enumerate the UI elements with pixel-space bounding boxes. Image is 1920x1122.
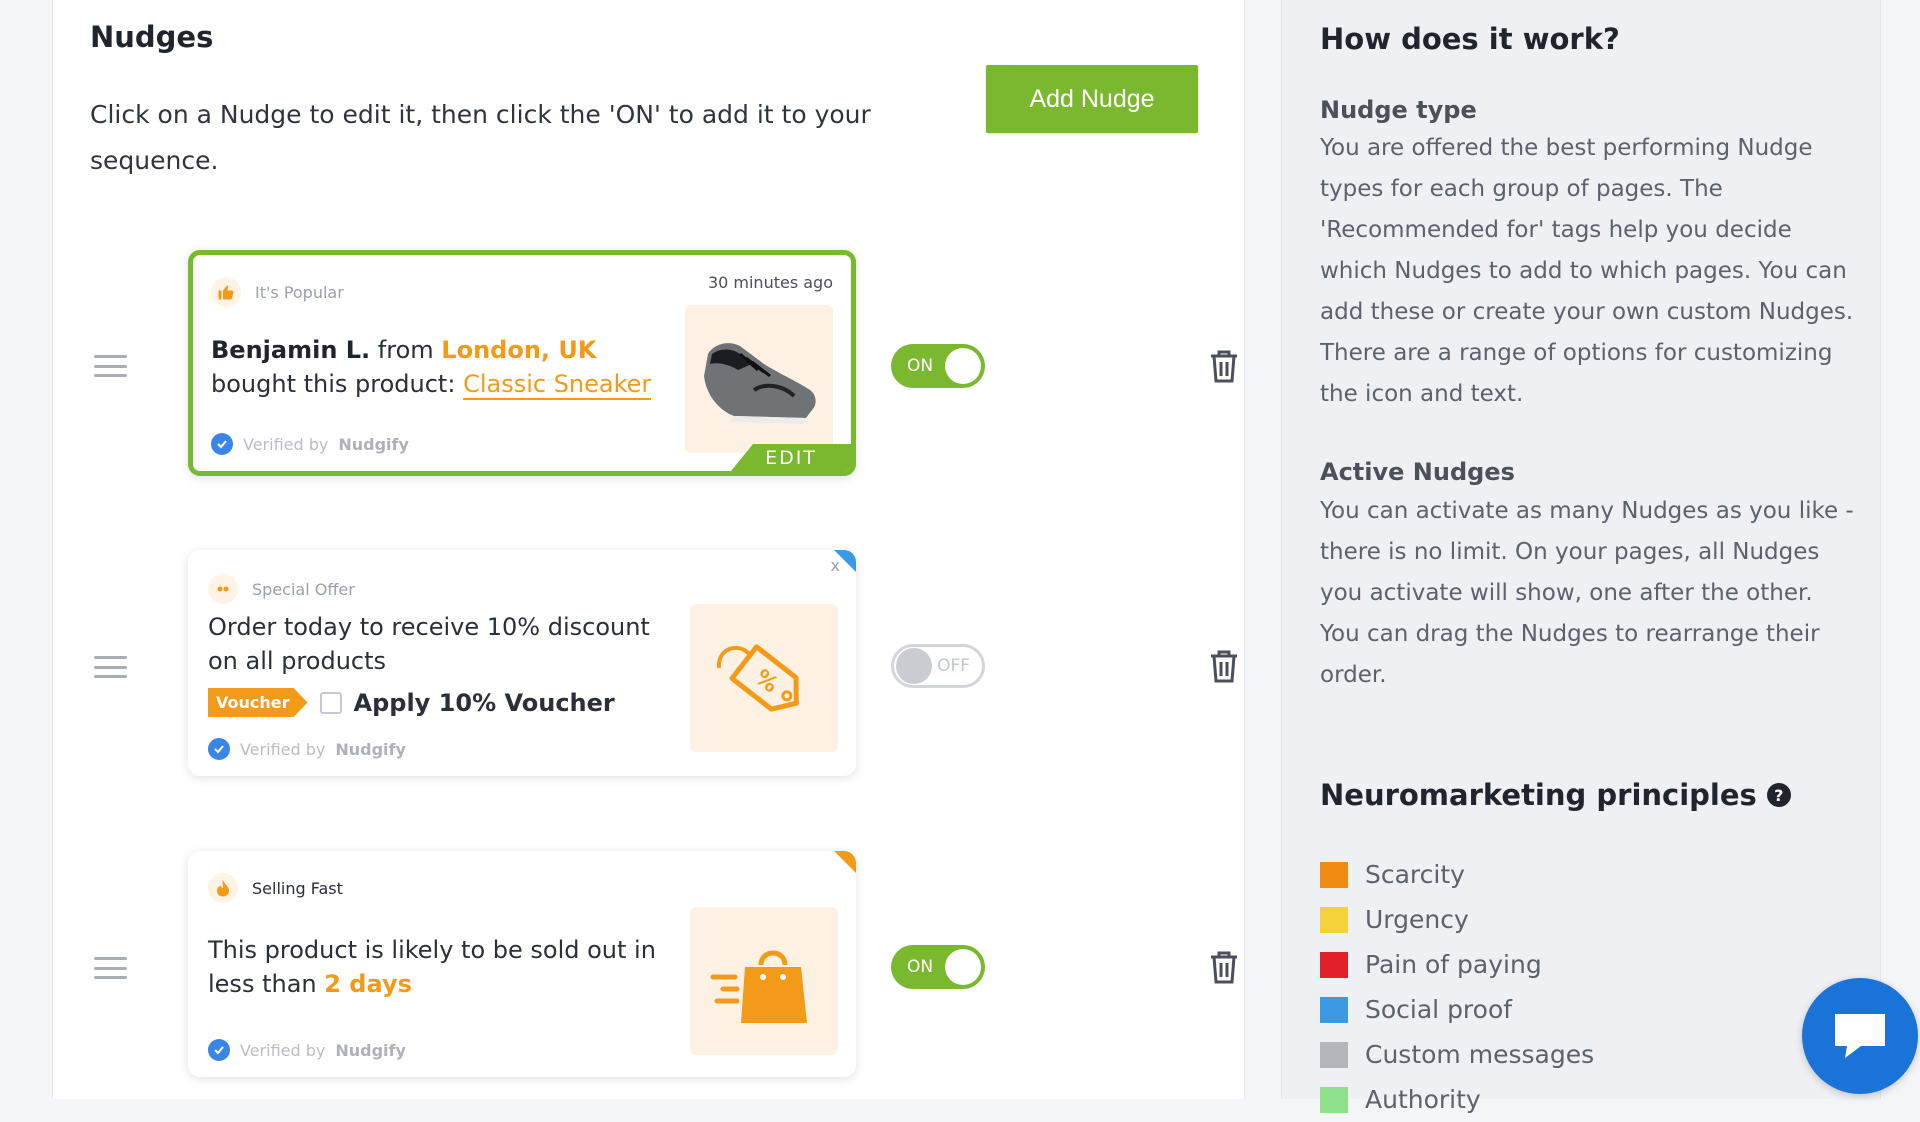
- color-swatch: [1320, 951, 1348, 978]
- toggle-label: ON: [907, 356, 934, 376]
- chat-icon[interactable]: [1802, 978, 1918, 1094]
- nudge-toggle[interactable]: OFF: [891, 644, 985, 688]
- legend-label: Pain of paying: [1365, 950, 1542, 979]
- product-link[interactable]: Classic Sneaker: [463, 370, 652, 400]
- check-icon: [208, 1039, 230, 1061]
- close-icon[interactable]: x: [831, 556, 840, 575]
- toggle-knob: [945, 348, 981, 384]
- how-it-works-panel: How does it work? Nudge type You are off…: [1281, 0, 1881, 1114]
- nudge-card-popular[interactable]: It's Popular 30 minutes ago Benjamin L. …: [188, 250, 856, 476]
- legend-label: Scarcity: [1365, 860, 1465, 889]
- verified-brand: Nudgify: [335, 739, 406, 759]
- legend-label: Authority: [1365, 1085, 1481, 1114]
- nudge-type-text: You are offered the best performing Nudg…: [1320, 135, 1854, 407]
- message-highlight: 2 days: [324, 970, 412, 998]
- panel-intro-text: Click on a Nudge to edit it, then click …: [90, 100, 871, 175]
- nudge-type: Special Offer: [208, 574, 355, 604]
- verified-brand: Nudgify: [338, 434, 409, 454]
- legend-label: Urgency: [1365, 905, 1469, 934]
- verified-prefix: Verified by: [243, 434, 329, 454]
- voucher-badge: Voucher: [208, 688, 308, 717]
- nudge-card-special-offer[interactable]: Special Offer Order today to receive 10%…: [188, 550, 856, 776]
- drag-handle-icon[interactable]: [94, 355, 127, 377]
- offer-icon: [208, 574, 238, 604]
- page-title: Nudges: [90, 20, 214, 54]
- shopping-bag-image: [690, 907, 838, 1055]
- nudge-type: It's Popular: [211, 277, 344, 307]
- neuromarketing-title: Neuromarketing principles ?: [1320, 778, 1791, 812]
- nudge-message: Benjamin L. from London, UK bought this …: [211, 333, 671, 401]
- customer-name: Benjamin L.: [211, 336, 371, 364]
- legend-label: Custom messages: [1365, 1040, 1595, 1069]
- toggle-knob: [945, 949, 981, 985]
- color-swatch: [1320, 1041, 1348, 1068]
- message-text: from: [370, 336, 442, 364]
- add-nudge-button[interactable]: Add Nudge: [986, 65, 1198, 133]
- nudge-type: Selling Fast: [208, 873, 343, 903]
- verified-prefix: Verified by: [240, 1040, 326, 1060]
- check-icon: [208, 738, 230, 760]
- discount-tag-image: %: [690, 604, 838, 752]
- nudge-type-heading: Nudge type: [1320, 96, 1477, 124]
- help-icon[interactable]: ?: [1766, 783, 1791, 807]
- message-text: bought this product:: [211, 370, 464, 398]
- nudge-type-label: It's Popular: [255, 282, 344, 302]
- nudge-timestamp: 30 minutes ago: [707, 273, 833, 292]
- voucher-checkbox[interactable]: [319, 691, 342, 714]
- verified-badge: Verified by Nudgify: [208, 1039, 406, 1061]
- active-nudges-heading: Active Nudges: [1320, 458, 1515, 486]
- verified-prefix: Verified by: [240, 739, 326, 759]
- nudge-type-label: Selling Fast: [252, 878, 343, 898]
- color-swatch: [1320, 861, 1348, 888]
- toggle-label: ON: [907, 957, 934, 977]
- trash-icon[interactable]: [1208, 949, 1240, 985]
- legend-item-scarcity: Scarcity: [1320, 852, 1594, 897]
- nudge-toggle[interactable]: ON: [891, 344, 985, 388]
- verified-badge: Verified by Nudgify: [208, 738, 406, 760]
- voucher-line: Voucher Apply 10% Voucher: [208, 688, 615, 717]
- color-swatch: [1320, 996, 1348, 1023]
- legend-item-pain-of-paying: Pain of paying: [1320, 942, 1594, 987]
- trash-icon[interactable]: [1208, 648, 1240, 684]
- nudge-card-selling-fast[interactable]: Selling Fast This product is likely to b…: [188, 851, 856, 1077]
- legend-item-custom-messages: Custom messages: [1320, 1032, 1594, 1077]
- nudge-row: Selling Fast This product is likely to b…: [53, 851, 1246, 1081]
- nudge-row: It's Popular 30 minutes ago Benjamin L. …: [53, 250, 1246, 480]
- color-swatch: [1320, 906, 1348, 933]
- message-text: This product is likely to be sold out in…: [208, 936, 656, 998]
- nudge-message: This product is likely to be sold out in…: [208, 933, 668, 1001]
- flame-icon: [208, 873, 238, 903]
- nudge-type-label: Special Offer: [252, 579, 355, 599]
- legend-item-authority: Authority: [1320, 1077, 1594, 1122]
- check-icon: [211, 433, 233, 455]
- active-nudges-text: You can activate as many Nudges as you l…: [1320, 498, 1854, 688]
- nudge-toggle[interactable]: ON: [891, 945, 985, 989]
- verified-badge: Verified by Nudgify: [211, 433, 409, 455]
- how-it-works-title: How does it work?: [1320, 22, 1620, 56]
- toggle-knob: [896, 648, 932, 684]
- principle-flag: [834, 851, 856, 873]
- sneaker-image: [685, 305, 833, 453]
- color-swatch: [1320, 1086, 1348, 1113]
- legend-label: Social proof: [1365, 995, 1513, 1024]
- legend-item-social-proof: Social proof: [1320, 987, 1594, 1032]
- drag-handle-icon[interactable]: [94, 656, 127, 678]
- drag-handle-icon[interactable]: [94, 957, 127, 979]
- nudge-message: Order today to receive 10% discount on a…: [208, 613, 650, 675]
- neuromarketing-title-text: Neuromarketing principles: [1320, 778, 1757, 812]
- thumbs-up-icon: [211, 277, 241, 307]
- customer-location: London, UK: [441, 336, 597, 364]
- toggle-label: OFF: [937, 656, 970, 676]
- legend-item-urgency: Urgency: [1320, 897, 1594, 942]
- nudges-panel: Nudges Click on a Nudge to edit it, then…: [52, 0, 1245, 1099]
- principles-legend: Scarcity Urgency Pain of paying Social p…: [1320, 852, 1594, 1122]
- trash-icon[interactable]: [1208, 348, 1240, 384]
- nudge-row: Special Offer Order today to receive 10%…: [53, 550, 1246, 780]
- voucher-text: Apply 10% Voucher: [353, 688, 615, 717]
- verified-brand: Nudgify: [335, 1040, 406, 1060]
